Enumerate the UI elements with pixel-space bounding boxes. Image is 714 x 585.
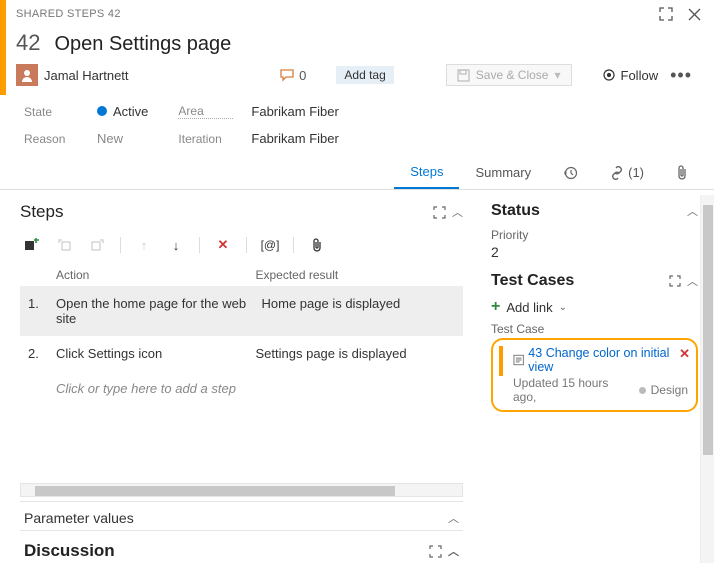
outdent-icon [56, 236, 74, 254]
fullscreen-icon[interactable] [429, 545, 442, 558]
col-expected-header: Expected result [256, 268, 456, 282]
follow-button[interactable]: Follow [602, 68, 659, 83]
chevron-down-icon: ⌄ [559, 302, 567, 313]
collapse-icon[interactable]: ︿ [452, 204, 463, 220]
table-row[interactable]: 2. Click Settings icon Settings page is … [20, 336, 463, 371]
steps-heading: Steps [20, 202, 63, 222]
reason-value[interactable]: New [97, 131, 123, 146]
area-label: Area [178, 104, 233, 119]
collapse-icon[interactable]: ︿ [448, 510, 459, 526]
vertical-scrollbar[interactable] [700, 195, 714, 563]
state-value[interactable]: Active [97, 104, 148, 119]
avatar [16, 64, 38, 86]
tab-links[interactable]: (1) [594, 156, 660, 189]
table-row[interactable]: 1. Open the home page for the web site H… [20, 286, 463, 336]
page-title[interactable]: Open Settings page [54, 33, 231, 56]
work-item-id: 42 [16, 30, 40, 56]
fullscreen-icon[interactable] [669, 275, 681, 287]
col-action-header: Action [56, 268, 256, 282]
tab-steps[interactable]: Steps [394, 156, 459, 189]
testcase-icon [513, 354, 524, 366]
linked-testcase-state: Design [651, 383, 688, 397]
tab-history[interactable] [547, 156, 594, 189]
tab-attachments[interactable] [660, 156, 704, 189]
add-step-hint[interactable]: Click or type here to add a step [20, 371, 463, 406]
priority-label: Priority [491, 228, 698, 242]
delete-step-icon[interactable]: ✕ [214, 236, 232, 254]
close-icon[interactable] [684, 4, 704, 24]
iteration-value[interactable]: Fabrikam Fiber [251, 131, 338, 146]
testcases-heading: Test Cases [491, 272, 574, 290]
state-label: State [24, 105, 79, 119]
reason-label: Reason [24, 132, 79, 146]
plus-icon: + [491, 298, 500, 316]
assigned-to[interactable]: Jamal Hartnett [44, 68, 129, 83]
status-heading: Status [491, 202, 540, 220]
save-close-button[interactable]: Save & Close ▾ [446, 64, 572, 86]
move-down-icon[interactable]: ↓ [167, 236, 185, 254]
state-dot-icon [639, 387, 646, 394]
move-up-icon: ↑ [135, 236, 153, 254]
remove-link-icon[interactable]: ✕ [679, 346, 690, 362]
add-link-button[interactable]: + Add link ⌄ [491, 298, 698, 316]
tab-summary[interactable]: Summary [459, 156, 547, 189]
insert-step-icon[interactable] [24, 236, 42, 254]
attach-icon[interactable] [308, 236, 326, 254]
expand-icon[interactable] [656, 4, 676, 24]
collapse-icon[interactable]: ︿ [687, 273, 698, 289]
horizontal-scrollbar[interactable] [20, 483, 463, 497]
insert-parameter-icon[interactable]: [@] [261, 236, 279, 254]
add-tag-button[interactable]: Add tag [336, 66, 393, 84]
iteration-label: Iteration [178, 132, 233, 146]
discussion-count[interactable]: 0 [279, 68, 306, 83]
priority-value[interactable]: 2 [491, 244, 698, 260]
fullscreen-icon[interactable] [433, 206, 446, 219]
linked-testcase-card[interactable]: 43 Change color on initial view Updated … [491, 338, 698, 412]
linked-testcase-updated: Updated 15 hours ago, [513, 376, 634, 404]
collapse-icon[interactable]: ︿ [687, 203, 698, 219]
indent-icon [88, 236, 106, 254]
more-actions-button[interactable]: ••• [664, 65, 698, 86]
linked-testcase-link[interactable]: 43 Change color on initial view [528, 346, 688, 374]
discussion-heading: Discussion [24, 541, 115, 561]
area-value[interactable]: Fabrikam Fiber [251, 104, 338, 119]
testcase-section-label: Test Case [491, 322, 698, 336]
parameter-values-heading[interactable]: Parameter values [24, 510, 134, 526]
work-item-type-label: SHARED STEPS 42 [16, 8, 121, 20]
collapse-icon[interactable]: ︿ [448, 543, 459, 559]
